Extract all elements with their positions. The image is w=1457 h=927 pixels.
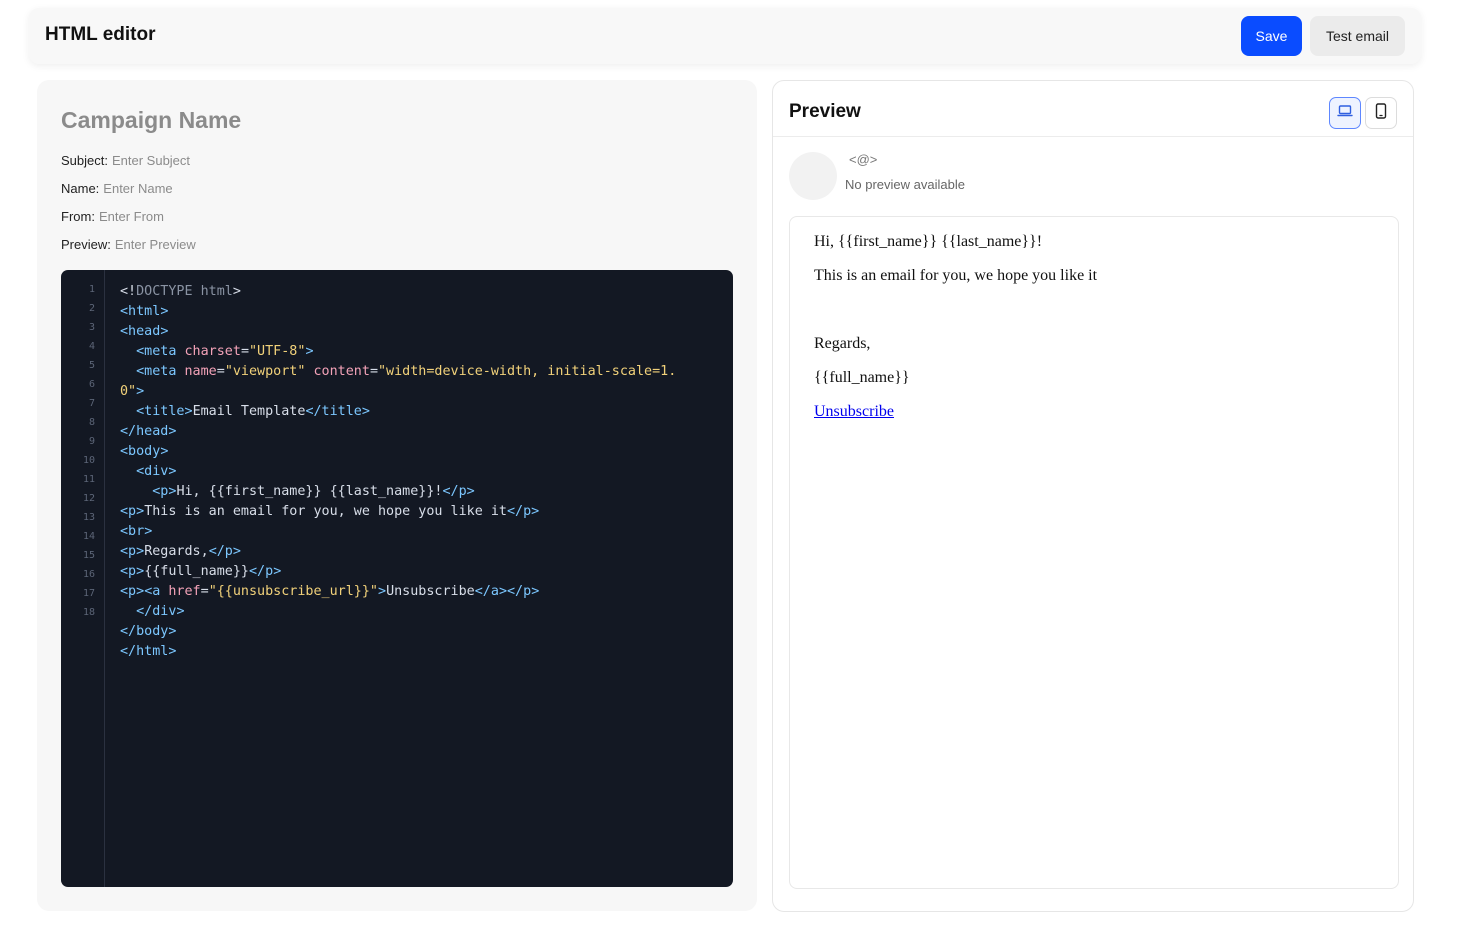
preview-text-input[interactable]: Enter Preview [115, 237, 196, 252]
email-regards: Regards, [814, 335, 871, 352]
code-line: <head> [120, 324, 169, 339]
desktop-view-button[interactable] [1329, 97, 1361, 129]
name-label: Name: [61, 181, 100, 196]
save-button[interactable]: Save [1241, 16, 1302, 56]
code-line: <br> [120, 524, 153, 539]
line-number: 15 [82, 550, 95, 561]
code-line: <meta name="viewport" content="width=dev… [136, 364, 677, 379]
line-number: 18 [82, 607, 95, 618]
name-input[interactable]: Enter Name [103, 181, 172, 196]
code-content[interactable]: <!DOCTYPE html> <html> <head> <meta char… [120, 282, 676, 662]
unsubscribe-link[interactable]: Unsubscribe [814, 403, 894, 420]
code-line: <p>{{full_name}}</p> [120, 564, 282, 579]
email-unsubscribe-paragraph: Unsubscribe [814, 403, 894, 421]
subject-input[interactable]: Enter Subject [112, 153, 190, 168]
page-title: HTML editor [45, 24, 156, 45]
line-number: 8 [88, 417, 95, 428]
preview-title: Preview [789, 101, 861, 122]
code-line: <html> [120, 304, 169, 319]
code-line: <div> [136, 464, 177, 479]
code-line: </div> [136, 604, 185, 619]
avatar [789, 152, 837, 200]
code-line: <title>Email Template</title> [136, 404, 370, 419]
name-field: Name: Enter Name [61, 181, 173, 196]
code-line: 0"> [120, 384, 145, 399]
line-number: 14 [82, 531, 95, 542]
subject-label: Subject: [61, 153, 108, 168]
code-line: <meta charset="UTF-8"> [136, 344, 314, 359]
email-greeting: Hi, {{first_name}} {{last_name}}! [814, 233, 1043, 250]
email-full-name: {{full_name}} [814, 369, 910, 386]
code-line: <p>This is an email for you, we hope you… [120, 504, 540, 519]
code-line: </html> [120, 644, 177, 659]
line-number: 16 [82, 569, 95, 580]
code-editor[interactable]: 1 2 3 4 5 6 7 8 9 10 11 12 13 14 15 16 1… [61, 270, 733, 887]
line-number: 9 [88, 436, 95, 447]
header-divider [773, 136, 1413, 137]
laptop-icon [1337, 104, 1353, 123]
code-line: </head> [120, 424, 177, 439]
code-line: <p><a href="{{unsubscribe_url}}">Unsubsc… [120, 584, 540, 599]
line-number-gutter: 1 2 3 4 5 6 7 8 9 10 11 12 13 14 15 16 1… [61, 270, 105, 887]
sender-address: <@> [849, 152, 878, 167]
from-input[interactable]: Enter From [99, 209, 164, 224]
code-line: <!DOCTYPE html> [120, 284, 241, 299]
phone-icon [1375, 102, 1387, 124]
code-line: </body> [120, 624, 177, 639]
line-number: 1 [88, 284, 95, 295]
preview-text-field: Preview: Enter Preview [61, 237, 196, 252]
line-number: 10 [82, 455, 95, 466]
line-number: 11 [82, 474, 95, 485]
code-line: <p>Regards,</p> [120, 544, 241, 559]
from-field: From: Enter From [61, 209, 164, 224]
line-number: 3 [88, 322, 95, 333]
line-number: 6 [88, 379, 95, 390]
email-preview-body: Hi, {{first_name}} {{last_name}}! This i… [789, 216, 1399, 889]
line-number: 13 [82, 512, 95, 523]
line-number: 12 [82, 493, 95, 504]
campaign-editor-panel: Campaign Name Subject: Enter Subject Name… [37, 80, 757, 911]
email-body-text: This is an email for you, we hope you li… [814, 267, 1098, 284]
subject-field: Subject: Enter Subject [61, 153, 190, 168]
code-line: <body> [120, 444, 169, 459]
test-email-button[interactable]: Test email [1310, 16, 1405, 56]
line-number: 5 [88, 360, 95, 371]
preview-status-text: No preview available [845, 177, 965, 192]
preview-text-label: Preview: [61, 237, 111, 252]
line-number: 2 [88, 303, 95, 314]
header-bar: HTML editor Save Test email [29, 8, 1421, 64]
campaign-name-input[interactable]: Campaign Name [61, 107, 241, 134]
line-number: 7 [88, 398, 95, 409]
from-label: From: [61, 209, 95, 224]
preview-panel: Preview <@> No preview available Hi, {{f… [772, 80, 1414, 912]
line-number: 4 [88, 341, 95, 352]
line-number: 17 [82, 588, 95, 599]
code-line: <p>Hi, {{first_name}} {{last_name}}!</p> [152, 484, 475, 499]
mobile-view-button[interactable] [1365, 97, 1397, 129]
